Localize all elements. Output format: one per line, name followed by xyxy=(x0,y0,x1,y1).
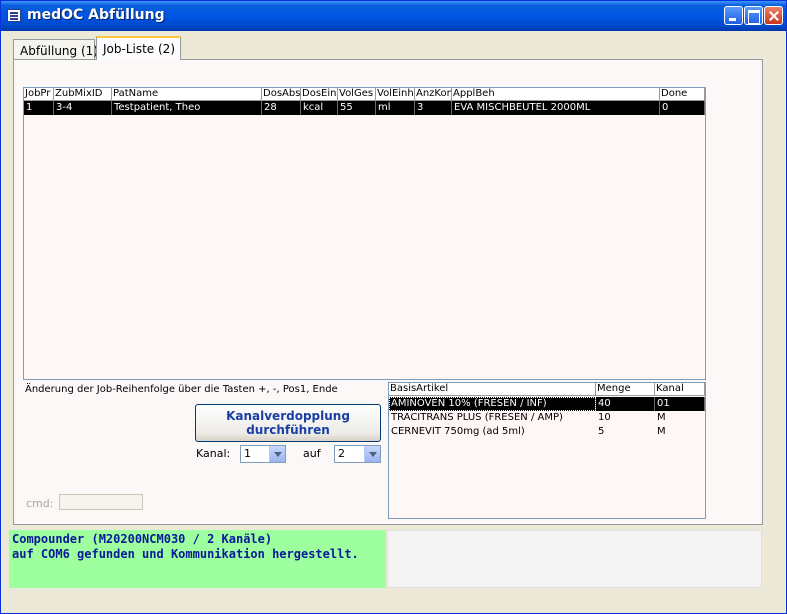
minimize-button[interactable] xyxy=(724,6,743,25)
table-row[interactable]: 1 3-4 Testpatient, Theo 28 kcal 55 ml 3 … xyxy=(24,101,705,115)
cmd-input[interactable] xyxy=(59,494,143,510)
button-label-line1: Kanalverdopplung xyxy=(226,409,350,423)
maximize-button[interactable] xyxy=(744,6,763,25)
column-header[interactable]: PatName xyxy=(112,88,262,101)
job-list-grid[interactable]: JobPr ZubMixID PatName DosAbs DosEinh Vo… xyxy=(23,87,706,380)
column-header[interactable]: Menge xyxy=(596,383,655,396)
table-row[interactable]: AMINOVEN 10% (FRESEN / INF) 40 01 xyxy=(389,397,705,411)
channel-label: Kanal: xyxy=(196,447,231,460)
table-row[interactable]: CERNEVIT 750mg (ad 5ml) 5 M xyxy=(389,425,705,439)
column-header[interactable]: VolEinh xyxy=(376,88,415,101)
status-line: auf COM6 gefunden und Kommunikation herg… xyxy=(12,547,359,561)
column-header[interactable]: DosEinh xyxy=(301,88,338,101)
article-header: BasisArtikel Menge Kanal xyxy=(389,383,705,396)
table-row[interactable]: TRACITRANS PLUS (FRESEN / AMP) 10 M xyxy=(389,411,705,425)
job-order-hint: Änderung der Job-Reihenfolge über die Ta… xyxy=(25,384,338,395)
column-header[interactable]: Kanal xyxy=(655,383,705,396)
chevron-down-icon[interactable] xyxy=(364,446,380,462)
column-header[interactable]: VolGes xyxy=(338,88,376,101)
column-header[interactable]: Done xyxy=(660,88,705,101)
channel-to-select[interactable]: 2 xyxy=(334,445,381,463)
cmd-label: cmd: xyxy=(26,497,54,510)
channel-to-label: auf xyxy=(303,447,321,460)
tab-abfuellung[interactable]: Abfüllung (1) xyxy=(13,39,98,60)
chevron-down-icon[interactable] xyxy=(269,446,285,462)
column-header[interactable]: BasisArtikel xyxy=(389,383,596,396)
channel-from-select[interactable]: 1 xyxy=(240,445,286,463)
window-title: medOC Abfüllung xyxy=(27,7,165,23)
status-panel-right xyxy=(387,530,762,588)
main-window: medOC Abfüllung Abfüllung (1) Job-Liste … xyxy=(0,0,787,614)
tab-job-liste[interactable]: Job-Liste (2) xyxy=(96,36,181,60)
column-header[interactable]: ZubMixID xyxy=(54,88,112,101)
column-header[interactable]: JobPr xyxy=(24,88,54,101)
job-list-header: JobPr ZubMixID PatName DosAbs DosEinh Vo… xyxy=(24,88,705,101)
article-grid[interactable]: BasisArtikel Menge Kanal AMINOVEN 10% (F… xyxy=(388,382,706,519)
close-button[interactable] xyxy=(764,6,783,25)
title-bar[interactable]: medOC Abfüllung xyxy=(1,1,786,31)
status-line: Compounder (M20200NCM030 / 2 Kanäle) xyxy=(12,532,273,546)
channel-duplication-button[interactable]: Kanalverdopplung durchführen xyxy=(195,404,381,442)
column-header[interactable]: ApplBeh xyxy=(452,88,660,101)
compounder-status: Compounder (M20200NCM030 / 2 Kanäle) auf… xyxy=(9,530,386,588)
button-label-line2: durchführen xyxy=(246,423,330,437)
column-header[interactable]: DosAbs xyxy=(262,88,301,101)
app-icon[interactable] xyxy=(7,9,21,22)
column-header[interactable]: AnzKom xyxy=(415,88,452,101)
